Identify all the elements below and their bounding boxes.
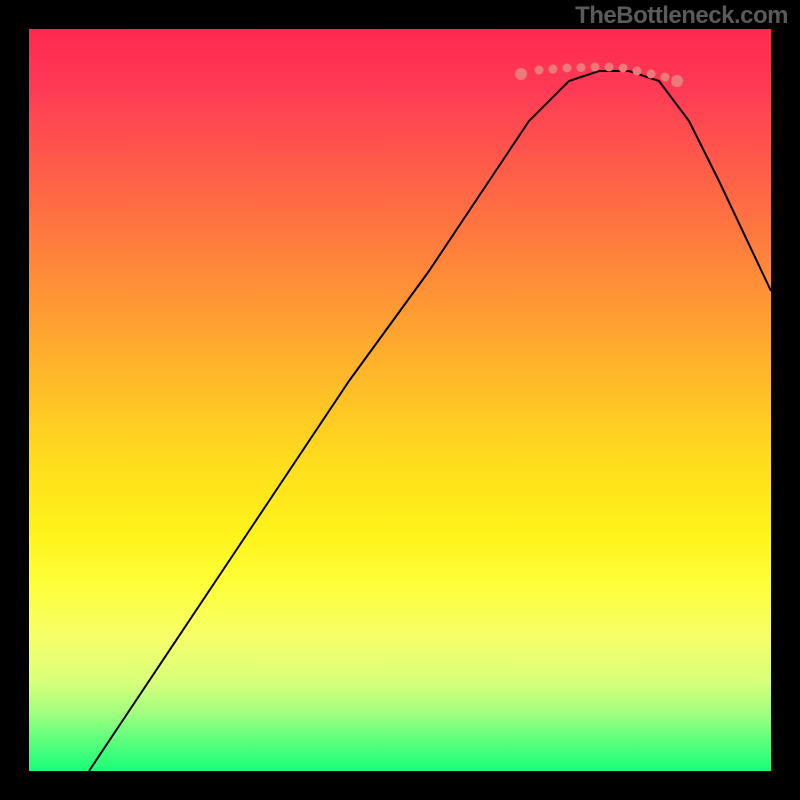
- watermark-text: TheBottleneck.com: [575, 2, 788, 30]
- plot-area: [29, 29, 771, 771]
- marker-dot: [563, 64, 572, 73]
- marker-dot: [647, 70, 656, 79]
- marker-dot: [577, 63, 586, 72]
- marker-dot: [549, 65, 558, 74]
- marker-dot: [535, 66, 544, 75]
- marker-dots: [515, 63, 683, 88]
- marker-dot: [619, 64, 628, 73]
- marker-dot: [591, 63, 600, 72]
- marker-dot: [605, 63, 614, 72]
- marker-dot: [671, 75, 683, 87]
- curve-path: [89, 71, 771, 771]
- marker-dot: [515, 68, 527, 80]
- marker-dot: [633, 67, 642, 76]
- curve-svg: [29, 29, 771, 771]
- chart-frame: TheBottleneck.com: [0, 0, 800, 800]
- marker-dot: [661, 73, 670, 82]
